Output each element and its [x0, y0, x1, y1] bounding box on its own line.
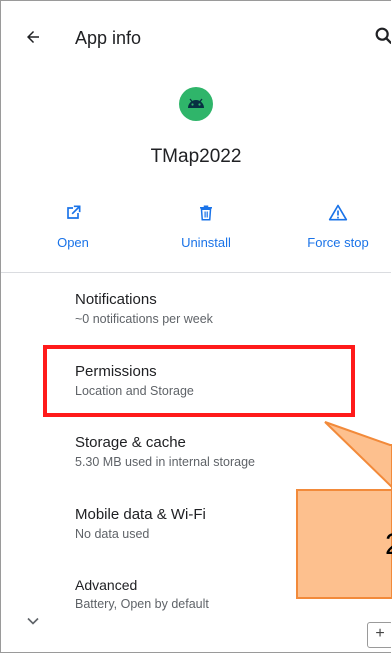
mobile-data-title: Mobile data & Wi-Fi [75, 506, 206, 523]
open-external-icon [67, 205, 81, 219]
app-name: TMap2022 [150, 146, 242, 167]
uninstall-label: Uninstall [181, 235, 231, 250]
advanced-item[interactable]: Advanced Battery, Open by default [75, 577, 375, 611]
page-title: App info [75, 28, 142, 48]
notifications-item[interactable]: Notifications ~0 notifications per week [75, 291, 375, 326]
storage-cache-item[interactable]: Storage & cache 5.30 MB used in internal… [75, 434, 375, 469]
open-label: Open [57, 235, 89, 250]
notifications-subtitle: ~0 notifications per week [75, 312, 213, 326]
force-stop-label: Force stop [307, 235, 369, 250]
arrow-left-icon [27, 31, 39, 43]
advanced-subtitle: Battery, Open by default [75, 597, 209, 611]
search-button[interactable] [373, 25, 391, 51]
storage-cache-subtitle: 5.30 MB used in internal storage [75, 455, 255, 469]
expand-advanced-button[interactable] [23, 611, 43, 631]
advanced-title: Advanced [75, 577, 138, 593]
highlight-box [43, 345, 355, 417]
open-button[interactable]: Open [18, 201, 128, 250]
app-actions-row: Open Uninstall Force stop [1, 201, 391, 271]
warning-icon [328, 204, 348, 221]
uninstall-button[interactable]: Uninstall [151, 201, 261, 250]
mobile-data-item[interactable]: Mobile data & Wi-Fi No data used [75, 506, 375, 541]
notifications-title: Notifications [75, 291, 157, 308]
force-stop-button[interactable]: Force stop [283, 201, 391, 250]
callout-number: 2 [385, 528, 392, 562]
divider [1, 272, 391, 273]
top-app-bar: App info [1, 1, 391, 77]
android-icon [179, 87, 213, 121]
mobile-data-subtitle: No data used [75, 527, 150, 541]
trash-icon [200, 205, 212, 221]
chevron-down-icon [27, 617, 39, 625]
back-button[interactable] [19, 23, 47, 51]
app-info-screen: App info TMap2022 Open Uninstall Force s… [0, 0, 391, 653]
search-icon [375, 27, 391, 45]
add-button[interactable]: + [367, 622, 391, 648]
storage-cache-title: Storage & cache [75, 434, 186, 451]
